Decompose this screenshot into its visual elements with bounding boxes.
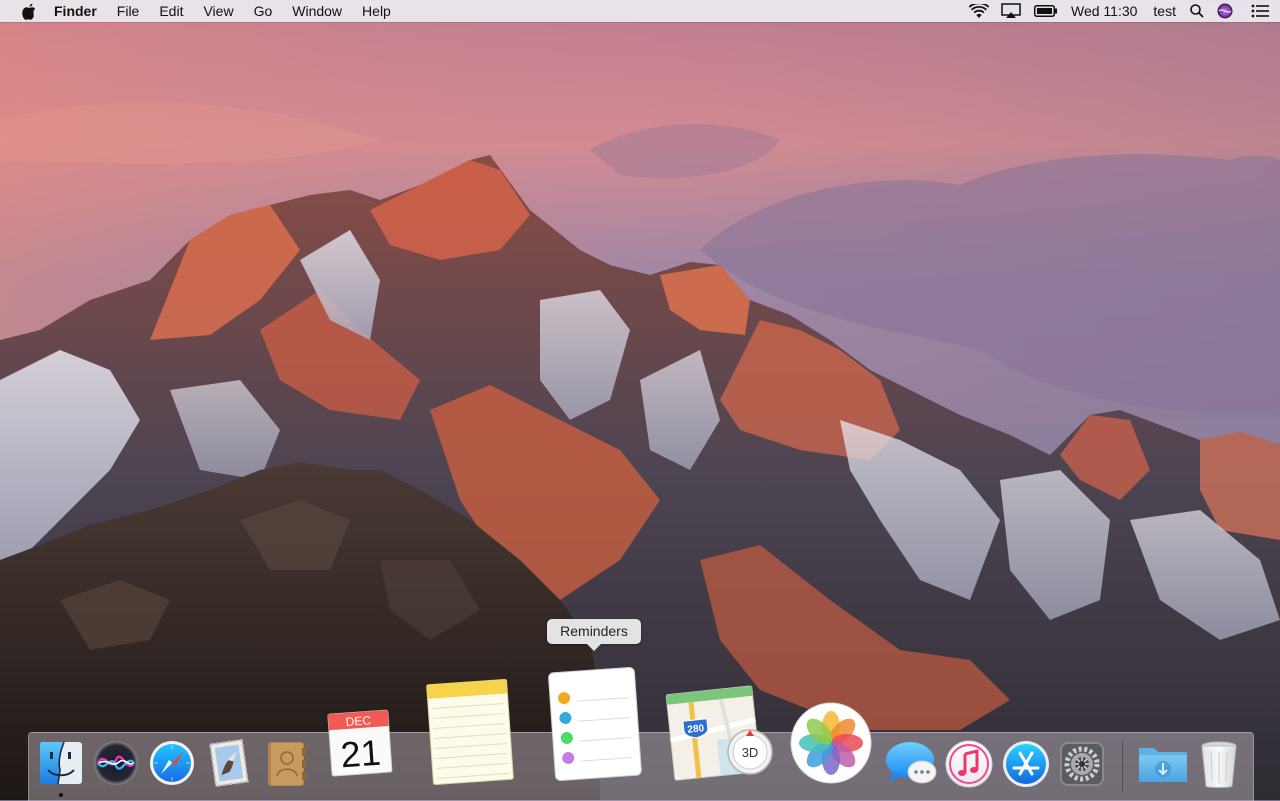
dock-safari-icon[interactable] [149, 740, 195, 786]
maps-3d-label: 3D [742, 745, 759, 760]
menu-bar: Finder File Edit View Go Window Help Wed… [0, 0, 1280, 22]
menu-bar-clock[interactable]: Wed 11:30 [1063, 0, 1145, 22]
maps-route-badge: 280 [687, 723, 705, 736]
apple-menu-icon[interactable] [19, 0, 39, 22]
wifi-icon[interactable] [965, 0, 993, 22]
dock-notes-icon[interactable] [420, 676, 520, 788]
dock-separator [1122, 740, 1123, 792]
battery-icon[interactable] [1029, 0, 1063, 22]
dock-finder-icon[interactable] [38, 740, 84, 786]
menu-bar-status-area: Wed 11:30 test [965, 0, 1280, 22]
dock-contacts-icon[interactable] [262, 738, 308, 788]
spotlight-icon[interactable] [1184, 0, 1210, 22]
dock-tooltip: Reminders [547, 619, 641, 651]
menu-help[interactable]: Help [352, 0, 401, 22]
menu-view[interactable]: View [193, 0, 243, 22]
dock-trash-icon[interactable] [1198, 738, 1240, 790]
dock-app-store-icon[interactable] [1002, 740, 1050, 788]
menu-go[interactable]: Go [244, 0, 283, 22]
dock-itunes-icon[interactable] [945, 740, 993, 788]
notification-center-icon[interactable] [1240, 0, 1280, 22]
airplay-icon[interactable] [993, 0, 1029, 22]
dock-calendar-icon[interactable]: DEC 21 [324, 706, 398, 782]
siri-icon[interactable] [1210, 0, 1240, 22]
calendar-day-label: 21 [339, 732, 382, 776]
menu-edit[interactable]: Edit [149, 0, 193, 22]
menu-app-finder[interactable]: Finder [54, 0, 107, 22]
dock-maps-icon[interactable]: 280 3D [664, 680, 780, 784]
dock-mail-icon[interactable] [206, 738, 252, 788]
dock-siri-icon[interactable] [93, 740, 139, 786]
dock-messages-icon[interactable] [884, 738, 940, 788]
finder-running-indicator [59, 793, 63, 797]
menu-window[interactable]: Window [282, 0, 352, 22]
dock-photos-icon[interactable] [790, 702, 872, 784]
dock-downloads-folder-icon[interactable] [1136, 742, 1190, 786]
dock-system-preferences-icon[interactable] [1058, 740, 1106, 788]
menu-file[interactable]: File [107, 0, 150, 22]
fast-user-switch[interactable]: test [1145, 0, 1184, 22]
dock-reminders-icon[interactable] [540, 664, 650, 786]
calendar-month-label: DEC [345, 713, 372, 729]
